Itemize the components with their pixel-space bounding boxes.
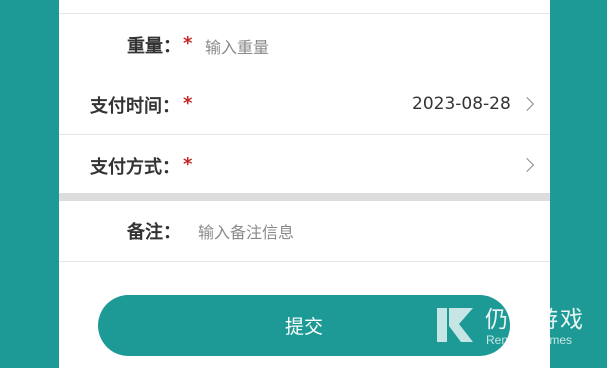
required-asterisk: * (183, 93, 193, 114)
section-divider (59, 193, 550, 201)
remark-row[interactable]: 备注： 输入备注信息 (59, 201, 550, 262)
pay-method-label: 支付方式： (90, 157, 180, 178)
chevron-right-icon (519, 96, 535, 112)
required-asterisk: * (183, 33, 193, 54)
pay-method-row[interactable]: 支付方式： * (59, 135, 550, 193)
pay-time-label: 支付时间： (90, 96, 180, 117)
weight-row[interactable]: 重量： * 输入重量 (59, 13, 550, 75)
pay-time-row[interactable]: 支付时间： * 2023-08-28 (59, 74, 550, 135)
required-asterisk: * (183, 154, 193, 175)
pay-time-value[interactable]: 2023-08-28 (412, 94, 511, 114)
remark-label: 备注： (127, 222, 181, 243)
watermark-subtitle: Renwan Games (486, 333, 573, 347)
watermark-logo-icon (437, 308, 473, 342)
weight-input[interactable]: 输入重量 (205, 34, 269, 58)
watermark: 仍玩游戏 Renwan Games (433, 300, 603, 352)
chevron-right-icon (519, 157, 535, 173)
weight-label: 重量： (127, 36, 181, 57)
remark-input[interactable]: 输入备注信息 (198, 219, 294, 243)
watermark-title: 仍玩游戏 (485, 307, 585, 333)
